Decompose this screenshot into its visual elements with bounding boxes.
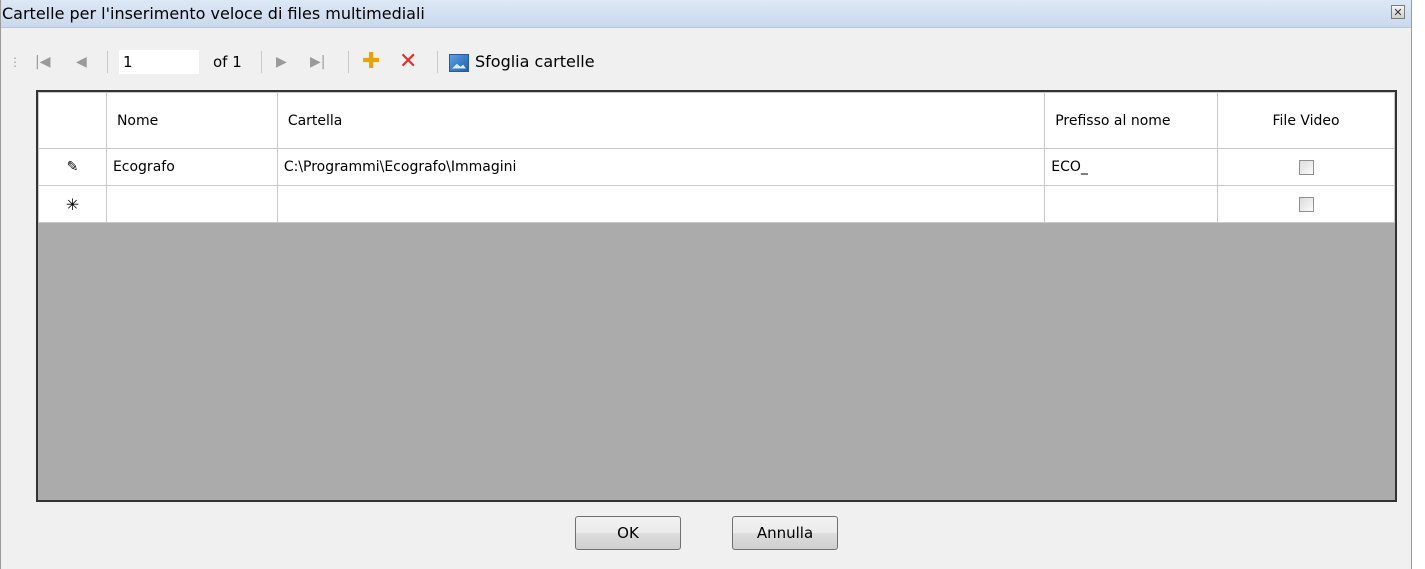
- column-header-nome[interactable]: Nome: [105, 92, 278, 149]
- grid-header-row: Nome Cartella Prefisso al nome File Vide…: [38, 92, 1395, 149]
- move-first-icon[interactable]: |◀: [35, 42, 50, 82]
- table-row[interactable]: ✎ Ecografo C:\Programmi\Ecografo\Immagin…: [38, 148, 1395, 186]
- new-row-icon: ✳: [38, 185, 107, 223]
- title-bar: Cartelle per l'inserimento veloce di fil…: [1, 0, 1411, 28]
- close-button[interactable]: ✕: [1391, 5, 1405, 19]
- browse-folders-button[interactable]: Sfoglia cartelle: [449, 50, 595, 74]
- cell-nome[interactable]: [105, 185, 278, 223]
- table-row[interactable]: ✳: [38, 185, 1395, 223]
- move-last-icon[interactable]: ▶|: [310, 42, 325, 82]
- position-input[interactable]: 1: [119, 50, 199, 74]
- cell-cartella[interactable]: C:\Programmi\Ecografo\Immagini: [276, 148, 1046, 186]
- dialog-window: Cartelle per l'inserimento veloce di fil…: [0, 0, 1412, 569]
- file-video-checkbox[interactable]: [1298, 159, 1314, 175]
- add-new-icon[interactable]: ✚: [362, 42, 380, 82]
- folders-grid[interactable]: Nome Cartella Prefisso al nome File Vide…: [36, 90, 1397, 502]
- toolbar-grip[interactable]: ⋮: [9, 42, 21, 82]
- column-header-prefisso[interactable]: Prefisso al nome: [1044, 92, 1219, 149]
- edit-row-icon: ✎: [38, 148, 107, 186]
- browse-folders-label: Sfoglia cartelle: [475, 52, 595, 71]
- cell-file-video[interactable]: [1217, 148, 1395, 186]
- file-video-checkbox[interactable]: [1298, 196, 1314, 212]
- picture-icon: [449, 53, 469, 72]
- move-previous-icon[interactable]: ◀: [76, 42, 87, 82]
- column-header-cartella[interactable]: Cartella: [276, 92, 1046, 149]
- cell-prefisso[interactable]: [1044, 185, 1219, 223]
- close-icon: ✕: [1393, 6, 1403, 19]
- toolbar-separator: [437, 51, 438, 73]
- count-label: of 1: [213, 53, 242, 71]
- binding-navigator-toolbar: ⋮ |◀ ◀ 1 of 1 ▶ ▶| ✚ ✕ Sfoglia cartelle: [1, 42, 1411, 82]
- row-header-corner: [38, 92, 107, 149]
- ok-button[interactable]: OK: [575, 516, 681, 550]
- cell-prefisso[interactable]: ECO_: [1044, 148, 1219, 186]
- toolbar-separator: [348, 51, 349, 73]
- toolbar-separator: [261, 51, 262, 73]
- cancel-button[interactable]: Annulla: [732, 516, 838, 550]
- cell-nome[interactable]: Ecografo: [105, 148, 278, 186]
- column-header-file-video[interactable]: File Video: [1217, 92, 1395, 149]
- delete-icon[interactable]: ✕: [399, 42, 417, 82]
- window-title: Cartelle per l'inserimento veloce di fil…: [2, 4, 425, 23]
- cell-cartella[interactable]: [276, 185, 1046, 223]
- cell-file-video[interactable]: [1217, 185, 1395, 223]
- move-next-icon[interactable]: ▶: [276, 42, 287, 82]
- toolbar-separator: [107, 51, 108, 73]
